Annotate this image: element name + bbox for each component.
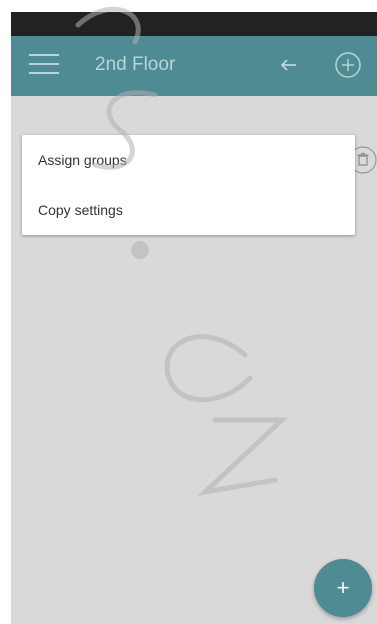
menu-icon-line: [29, 54, 59, 56]
add-fab-button[interactable]: +: [314, 559, 372, 617]
content-area: Assign groups Copy settings: [11, 96, 377, 624]
arrow-back-icon[interactable]: [279, 55, 299, 75]
menu-icon-line: [29, 63, 59, 65]
menu-item-copy-settings[interactable]: Copy settings: [22, 185, 355, 235]
menu-item-assign-groups[interactable]: Assign groups: [22, 135, 355, 185]
app-bar: 2nd Floor: [11, 36, 377, 96]
status-bar: [11, 12, 377, 36]
plus-icon: +: [336, 575, 350, 600]
app-screen: 2nd Floor Assign groups Copy settings +: [11, 12, 377, 624]
context-menu: Assign groups Copy settings: [22, 135, 355, 235]
page-title: 2nd Floor: [95, 54, 176, 75]
menu-icon-line: [29, 72, 59, 74]
add-circle-icon[interactable]: [334, 51, 362, 79]
menu-icon[interactable]: [29, 52, 59, 76]
